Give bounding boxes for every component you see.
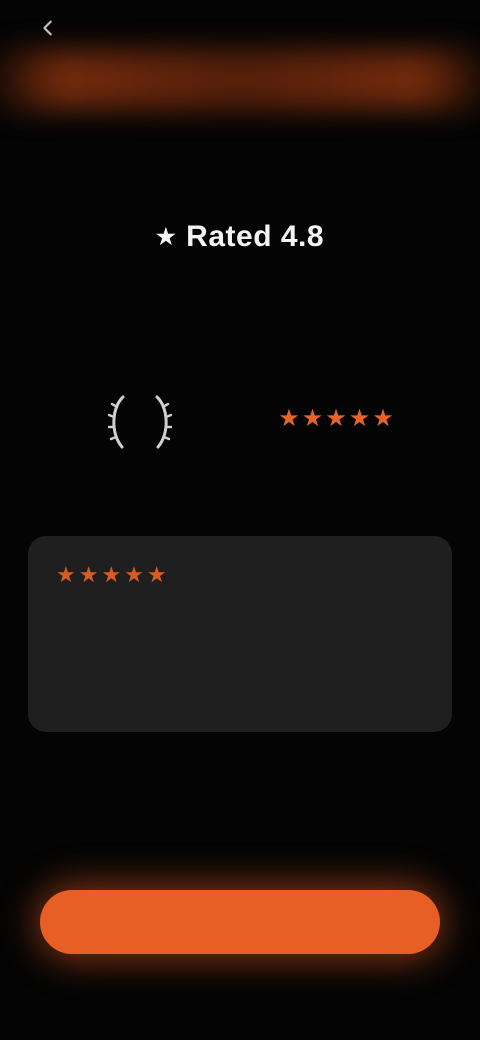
rating-badge: [58, 390, 222, 454]
top-glow: [0, 50, 480, 110]
hero-title: ★ Rated 4.8: [156, 220, 324, 254]
top-bar: [0, 0, 480, 56]
hero-title-text: Rated 4.8: [186, 220, 325, 253]
laurel-left-icon: [108, 395, 125, 449]
hero: ★ Rated 4.8: [0, 220, 480, 276]
continue-button[interactable]: [40, 890, 440, 954]
stats-row: ★★★★★: [0, 390, 480, 470]
review-card: ★★★★★: [28, 536, 452, 732]
back-button[interactable]: [28, 14, 68, 42]
star-icon: ★: [155, 224, 177, 249]
review-card-stars: ★★★★★: [56, 562, 170, 587]
review-stars: ★★★★★: [278, 405, 396, 432]
laurel-right-icon: [155, 395, 172, 449]
paywall-screen: ★ Rated 4.8 ★★★★★ ★★★★★: [0, 0, 480, 1040]
review-summary: ★★★★★: [262, 396, 412, 433]
chevron-left-icon: [43, 20, 52, 36]
